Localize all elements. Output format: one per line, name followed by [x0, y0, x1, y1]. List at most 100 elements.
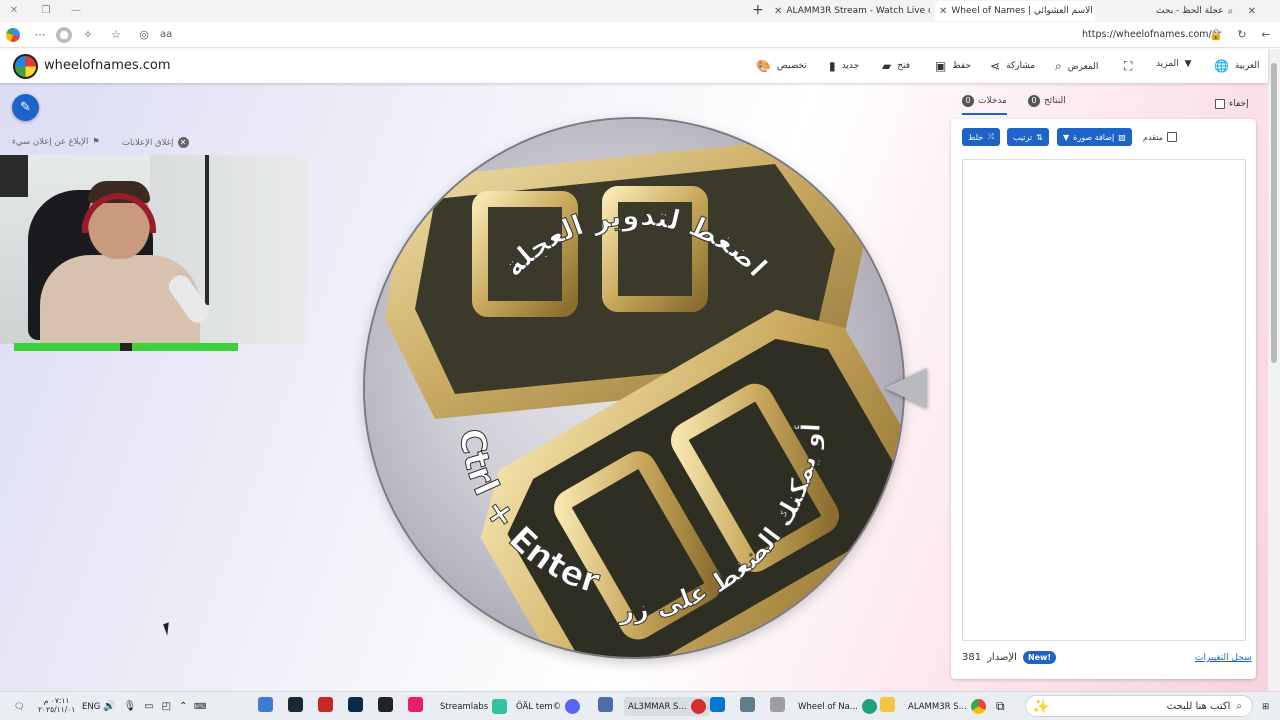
chevron-up-icon[interactable]: ⌃ — [179, 701, 187, 712]
fullscreen-button[interactable]: ⛶ — [1124, 59, 1132, 74]
outlook-icon[interactable] — [710, 697, 725, 712]
entries-textarea[interactable] — [962, 159, 1246, 641]
tab-title: Wheel of Names | الاسم العشوائي — [951, 6, 1093, 16]
menu-dots-icon[interactable]: ⋯ — [32, 27, 48, 43]
tab-close-icon[interactable]: ✕ — [1248, 6, 1256, 17]
nav-gallery[interactable]: ⌕ المعرض — [1055, 59, 1098, 74]
taskbar-item-obs[interactable]: AL3MMAR S... — [624, 697, 710, 716]
minimize-window-icon[interactable]: — — [68, 3, 84, 19]
app-icon[interactable] — [740, 697, 755, 712]
checkbox-icon[interactable] — [1166, 132, 1177, 142]
nav-open[interactable]: ▰ فتح — [882, 59, 910, 73]
clock[interactable]: ٠٧:١١ م ٢٠٢٥/١١/٠١ — [38, 696, 75, 715]
search-icon: ⌕ — [1227, 6, 1234, 17]
tiktok-icon[interactable] — [408, 697, 423, 712]
new-tab-icon[interactable]: + — [752, 2, 764, 18]
add-image-button[interactable]: ▼ إضافة صورة ▨ — [1057, 128, 1132, 146]
windows-start-icon[interactable]: ⊞ — [1262, 697, 1269, 716]
hide-checkbox[interactable]: إخفاء — [1215, 99, 1249, 109]
taskbar-search-input[interactable]: اكتب هنا للبحث ⌕ — [1025, 695, 1253, 717]
profile-avatar-icon[interactable]: ● — [56, 27, 72, 43]
sparkle-icon[interactable]: ✨ — [1032, 697, 1049, 716]
read-aloud-icon[interactable]: aa — [160, 29, 172, 40]
lock-icon[interactable]: 🔒 — [1208, 27, 1224, 43]
entries-panel: إخفاء 0 النتائج 0 مدخلات خلط ⤨ ترتيب ⇅ ▼… — [950, 83, 1268, 691]
page-scrollbar[interactable] — [1268, 49, 1280, 691]
favorites-star-icon[interactable]: ☆ — [108, 27, 124, 43]
taskbar-item-discord[interactable]: ÖÄL tem© — [516, 697, 581, 716]
os-taskbar: 🗨 ٠٧:١١ م ٢٠٢٥/١١/٠١ ENG 🔊 🎙 ▭ ◰ ⌃ ⌨ Str… — [0, 691, 1280, 720]
caret-down-icon: ▼ — [1063, 132, 1070, 142]
file-explorer-icon[interactable] — [880, 697, 895, 712]
globe-icon: 🌐 — [1214, 59, 1229, 73]
sort-button[interactable]: ترتيب ⇅ — [1007, 128, 1049, 146]
network-icon[interactable]: ▭ — [144, 701, 153, 712]
app-icon[interactable] — [770, 697, 785, 712]
image-icon: ▨ — [1118, 132, 1126, 142]
tab-wheel-of-names[interactable]: ✕ Wheel of Names | الاسم العشوائي — [935, 1, 1095, 21]
keyboard-icon[interactable]: ⌨ — [194, 697, 206, 716]
photoshop-icon[interactable] — [348, 697, 363, 712]
nav-more[interactable]: المزيد ▼ — [1156, 59, 1192, 69]
new-badge: New! — [1022, 651, 1057, 664]
speaker-icon[interactable]: 🔊 — [103, 701, 115, 712]
advanced-checkbox[interactable]: متقدم — [1143, 132, 1177, 142]
report-ad-link[interactable]: الإبلاغ عن إعلان سيء ⚑ — [12, 137, 100, 147]
taskbar-item-edge[interactable]: Wheel of Na... — [798, 697, 877, 716]
nav-share[interactable]: ⋖ مشاركة — [990, 59, 1035, 73]
shuffle-button[interactable]: خلط ⤨ — [962, 128, 1000, 146]
tab-search[interactable]: عجلة الحظ - بحث ⌕ ✕ — [1100, 1, 1260, 21]
camera-icon[interactable]: ◰ — [162, 701, 171, 712]
app-icon[interactable] — [598, 697, 613, 712]
share-icon: ⋖ — [990, 59, 1001, 73]
taskbar-item-chrome[interactable]: ALAMM3R S... — [908, 697, 986, 716]
caret-down-icon: ▼ — [1184, 59, 1192, 69]
tab-results[interactable]: 0 النتائج — [1028, 95, 1066, 113]
tab-stream[interactable]: ✕ ALAMM3R Stream - Watch Live o — [770, 1, 930, 21]
notification-icon[interactable]: 🗨 — [14, 697, 25, 716]
scrollbar-thumb[interactable] — [1271, 63, 1277, 363]
nav-save[interactable]: ▣ حفظ — [935, 59, 971, 73]
url-field[interactable]: https://wheelofnames.com/ar — [1082, 29, 1221, 40]
stream-alert-bar — [14, 343, 238, 351]
steam-icon[interactable] — [288, 697, 303, 712]
nav-new[interactable]: ▮ جديد — [829, 59, 859, 73]
search-icon: ⌕ — [1236, 700, 1242, 712]
tab-close-icon[interactable]: ✕ — [939, 6, 947, 17]
nav-language[interactable]: 🌐 العربية — [1214, 59, 1260, 73]
tab-title: ALAMM3R Stream - Watch Live o — [786, 6, 930, 16]
nav-customize[interactable]: 🎨 تخصيص — [756, 59, 807, 73]
app-icon[interactable] — [318, 697, 333, 712]
tray-icons: 🔊 🎙 ▭ ◰ ⌃ — [103, 697, 187, 716]
edit-pencil-button[interactable]: ✎ — [12, 94, 39, 121]
edge-icon — [861, 699, 877, 714]
wheel-graphic: اضغط لتدوير العجلة أو يمكنك الضغط على زر… — [385, 139, 903, 657]
shuffle-icon: ⤨ — [987, 132, 994, 141]
version-number: 381 — [962, 652, 982, 663]
changelog-link[interactable]: سجل التغييرات — [1195, 653, 1252, 663]
spin-wheel[interactable]: اضغط لتدوير العجلة أو يمكنك الضغط على زر… — [365, 119, 903, 657]
webcam-overlay — [0, 155, 308, 344]
folder-icon: ▰ — [882, 59, 892, 73]
checkbox-icon[interactable] — [1215, 99, 1225, 109]
tab-close-icon[interactable]: ✕ — [774, 6, 782, 17]
refresh-icon[interactable]: ↻ — [1234, 27, 1250, 43]
reader-icon[interactable]: ◎ — [136, 27, 152, 43]
language-indicator[interactable]: ENG — [82, 697, 100, 716]
copilot-icon[interactable] — [6, 28, 20, 42]
back-icon[interactable]: ← — [1258, 27, 1274, 43]
fullscreen-icon: ⛶ — [1124, 59, 1133, 73]
capcut-icon[interactable] — [378, 697, 393, 712]
close-window-icon[interactable]: ✕ — [6, 3, 22, 19]
extensions-icon[interactable]: ✧ — [80, 27, 96, 43]
obs-icon — [690, 699, 706, 714]
app-icon[interactable] — [258, 697, 273, 712]
wheel-logo-icon[interactable] — [13, 54, 38, 79]
tab-entries[interactable]: 0 مدخلات — [962, 95, 1007, 115]
task-view-icon[interactable]: ⧉ — [996, 697, 1005, 716]
microphone-icon[interactable]: 🎙 — [123, 701, 136, 712]
taskbar-item-streamlabs[interactable]: Streamlabs — [440, 697, 508, 716]
site-name[interactable]: wheelofnames.com — [44, 58, 171, 73]
restore-window-icon[interactable]: ❐ — [38, 3, 54, 19]
close-ads-link[interactable]: إغلاق الإعلانات ✕ — [122, 137, 189, 148]
